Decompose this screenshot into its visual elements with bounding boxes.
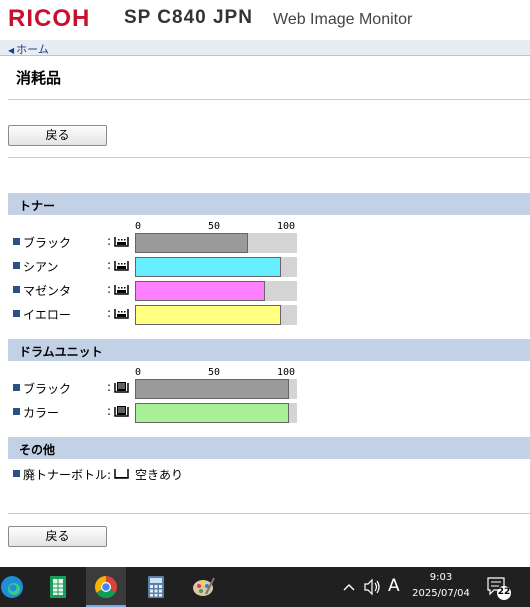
clock[interactable]: 9:03 2025/07/04: [410, 572, 472, 599]
drum-level-fill: [135, 403, 289, 423]
toner-level-bar: [135, 281, 297, 301]
scale-tick-label: 50: [208, 367, 221, 378]
toner-label: ブラック: [23, 236, 72, 250]
section-other-header: その他: [8, 437, 530, 459]
toner-cartridge-icon: [114, 261, 129, 271]
notification-count: 22: [497, 587, 511, 597]
show-hidden-icons-chevron-icon[interactable]: [342, 567, 356, 607]
drum-level-bar: [135, 379, 297, 399]
waste-toner-bottle-icon: [114, 469, 129, 479]
colon: :: [107, 306, 112, 320]
breadcrumb-home-link[interactable]: ◀ ホーム: [8, 41, 49, 57]
toner-level-bar: [135, 305, 297, 325]
divider: [8, 157, 530, 158]
ricoh-logo: RICOH: [8, 5, 91, 32]
waste-toner-status: 空きあり: [135, 468, 184, 482]
breadcrumb-home-label: ホーム: [16, 43, 49, 56]
section-drum-header: ドラムユニット: [8, 339, 530, 361]
toner-scale: 0 50 100: [135, 221, 297, 233]
bullet-icon: [13, 238, 20, 245]
bullet-icon: [13, 408, 20, 415]
notification-center-icon[interactable]: 22: [484, 567, 524, 607]
toner-label: イエロー: [23, 308, 71, 322]
colon: :: [107, 258, 112, 272]
toner-level-fill: [135, 305, 281, 325]
bullet-icon: [13, 384, 20, 391]
toner-cartridge-icon: [114, 237, 129, 247]
volume-icon[interactable]: [362, 567, 382, 607]
drum-level-bar: [135, 403, 297, 423]
app-name: Web Image Monitor: [273, 11, 413, 28]
scale-tick-label: 0: [135, 367, 142, 378]
page: RICOH SP C840 JPN Web Image Monitor ◀ ホーム…: [0, 0, 530, 607]
scale-tick-label: 50: [208, 221, 221, 232]
edge-icon[interactable]: [0, 567, 32, 607]
drum-scale: 0 50 100: [135, 367, 297, 379]
section-toner-title: トナー: [19, 199, 56, 213]
scale-tick-label: 100: [277, 221, 296, 232]
ime-indicator[interactable]: A: [388, 576, 400, 596]
drum-unit-icon: [114, 382, 129, 393]
toner-row: イエロー:: [0, 305, 530, 325]
drum-row: カラー:: [0, 403, 530, 423]
toner-row: シアン:: [0, 257, 530, 277]
scale-tick-label: 100: [277, 367, 296, 378]
drum-unit-icon: [114, 406, 129, 417]
toner-label: シアン: [23, 260, 59, 274]
toner-row: ブラック:: [0, 233, 530, 253]
divider: [8, 99, 530, 100]
drum-label: カラー: [23, 406, 60, 420]
bullet-icon: [13, 470, 20, 477]
clock-date: 2025/07/04: [412, 588, 470, 599]
toner-cartridge-icon: [114, 285, 129, 295]
bullet-icon: [13, 262, 20, 269]
toner-level-fill: [135, 257, 281, 277]
bullet-icon: [13, 286, 20, 293]
toner-label: マゼンタ: [23, 284, 72, 298]
colon: :: [107, 282, 112, 296]
section-other-title: その他: [19, 443, 56, 457]
header: RICOH SP C840 JPN Web Image Monitor: [0, 0, 530, 40]
taskbar: A 9:03 2025/07/04 22: [0, 567, 530, 607]
paint-icon[interactable]: [184, 567, 224, 607]
toner-cartridge-icon: [114, 309, 129, 319]
chevron-left-icon: ◀: [8, 46, 15, 55]
section-toner-header: トナー: [8, 193, 530, 215]
breadcrumb: ◀ ホーム: [0, 40, 530, 56]
toner-level-bar: [135, 233, 297, 253]
colon: :: [107, 380, 112, 394]
toner-level-bar: [135, 257, 297, 277]
colon: :: [107, 404, 112, 418]
scale-tick-label: 0: [135, 221, 142, 232]
toner-level-fill: [135, 233, 248, 253]
calculator-icon[interactable]: [136, 567, 176, 607]
spreadsheet-app-icon[interactable]: [38, 567, 78, 607]
back-button-bottom[interactable]: 戻る: [8, 526, 107, 547]
section-drum-title: ドラムユニット: [19, 345, 103, 359]
divider: [8, 513, 530, 514]
page-title: 消耗品: [16, 69, 62, 87]
waste-toner-row: 廃トナーボトル: 空きあり: [0, 465, 530, 483]
toner-row: マゼンタ:: [0, 281, 530, 301]
chrome-icon[interactable]: [86, 567, 126, 607]
toner-level-fill: [135, 281, 265, 301]
back-button-top[interactable]: 戻る: [8, 125, 107, 146]
waste-toner-label: 廃トナーボトル:: [23, 468, 112, 482]
drum-row: ブラック:: [0, 379, 530, 399]
drum-level-fill: [135, 379, 289, 399]
bullet-icon: [13, 310, 20, 317]
drum-label: ブラック: [23, 382, 72, 396]
colon: :: [107, 234, 112, 248]
clock-time: 9:03: [429, 572, 453, 583]
model-name: SP C840 JPN: [124, 7, 253, 28]
